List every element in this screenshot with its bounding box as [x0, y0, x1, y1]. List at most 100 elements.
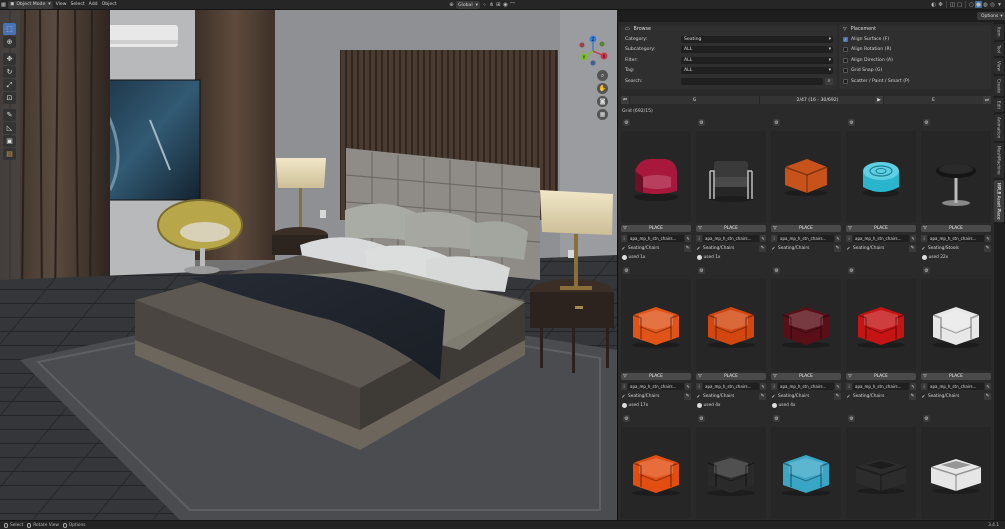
edit-icon[interactable]: ✎ [760, 383, 766, 390]
asset-thumbnail[interactable] [921, 131, 991, 223]
checkbox-icon[interactable] [843, 68, 848, 74]
place-button[interactable]: ▽ PLACE [771, 373, 841, 380]
align-rotation-option[interactable]: Align Rotation (R) [839, 45, 991, 56]
mode-dropdown[interactable]: ▣ Object Mode ▾ [8, 0, 53, 9]
asset-name-field[interactable]: apa_mp_h_stn_chairs... [853, 383, 909, 390]
shading-material-icon[interactable]: ◍ [982, 1, 989, 8]
asset-thumbnail[interactable] [696, 131, 766, 223]
settings-icon[interactable]: ⚙ [623, 415, 630, 422]
filter-dropdown[interactable]: ALL ▾ [681, 56, 833, 64]
edit-icon[interactable]: ✎ [760, 235, 766, 242]
info-icon[interactable]: i [696, 383, 702, 390]
asset-name-field[interactable]: apa_mp_h_stn_chairs... [778, 235, 834, 242]
asset-thumbnail[interactable] [696, 279, 766, 371]
visibility-icon[interactable]: ◐ [930, 1, 937, 8]
edit-icon[interactable]: ✎ [910, 383, 916, 390]
info-icon[interactable]: i [696, 235, 702, 242]
asset-place-tool-icon[interactable]: ▤ [3, 148, 16, 160]
shading-wireframe-icon[interactable]: ○ [968, 1, 975, 8]
zoom-icon[interactable]: ⌕ [597, 70, 608, 81]
play-icon[interactable]: ▶ [875, 96, 883, 104]
next-page-button[interactable]: E [883, 96, 983, 104]
asset-thumbnail[interactable] [771, 427, 841, 519]
settings-icon[interactable]: ⚙ [923, 267, 930, 274]
info-icon[interactable]: i [621, 235, 627, 242]
editor-type-icon[interactable]: ▦ [0, 1, 7, 8]
side-tab-2[interactable]: View [994, 57, 1004, 74]
falloff-icon[interactable]: ⌒ [509, 2, 516, 9]
asset-thumbnail[interactable] [771, 279, 841, 371]
asset-name-field[interactable]: apa_mp_h_stn_chairs... [778, 383, 834, 390]
settings-icon[interactable]: ⚙ [623, 119, 630, 126]
pivot-point-icon[interactable]: ⁘ [481, 2, 488, 9]
place-button[interactable]: ▽ PLACE [771, 225, 841, 232]
proportional-edit-icon[interactable]: ◉ [502, 2, 509, 9]
asset-thumbnail[interactable] [621, 279, 691, 371]
move-tool-icon[interactable]: ✥ [3, 53, 16, 65]
side-tab-3[interactable]: Create [994, 75, 1004, 96]
shading-options-icon[interactable]: ▾ [996, 1, 1003, 8]
edit-icon[interactable]: ✎ [835, 383, 841, 390]
settings-icon[interactable]: ⚙ [923, 415, 930, 422]
xray-icon[interactable]: ▢ [956, 1, 963, 8]
options-button[interactable]: Options ▾ [977, 12, 1005, 20]
3d-viewport[interactable]: ⬚ ⊕ ✥ ↻ ⤢ ⊡ ✎ ◺ ▣ ▤ Z X Y ⌕ ✋ ◙ ▦ [0, 10, 617, 520]
overlays-icon[interactable]: ◫ [949, 1, 956, 8]
asset-name-field[interactable]: apa_mp_h_stn_chairs... [703, 383, 759, 390]
place-button[interactable]: ▽ PLACE [696, 225, 766, 232]
asset-thumbnail[interactable] [846, 131, 916, 223]
edit-icon[interactable]: ✎ [685, 383, 691, 390]
pencil-icon[interactable]: ✎ [984, 393, 991, 400]
placement-header[interactable]: ▽ Placement [839, 25, 991, 34]
gizmo-icon[interactable]: ✥ [937, 1, 944, 8]
asset-name-field[interactable]: apa_mp_h_stn_chairs... [628, 235, 684, 242]
edit-icon[interactable]: ✎ [685, 235, 691, 242]
subcategory-dropdown[interactable]: ALL ▾ [681, 46, 833, 54]
asset-thumbnail[interactable] [846, 427, 916, 519]
settings-icon[interactable]: ⚙ [698, 119, 705, 126]
place-button[interactable]: ▽ PLACE [846, 373, 916, 380]
transform-pivot-icon[interactable]: ⊕ [448, 2, 455, 9]
perspective-grid-icon[interactable]: ▦ [597, 109, 608, 120]
category-dropdown[interactable]: Seating ▾ [681, 35, 833, 43]
asset-name-field[interactable]: apa_mp_h_stn_chairs... [853, 235, 909, 242]
add-cube-tool-icon[interactable]: ▣ [3, 135, 16, 147]
pencil-icon[interactable]: ✎ [834, 245, 841, 252]
edit-icon[interactable]: ✎ [835, 235, 841, 242]
settings-icon[interactable]: ⚙ [923, 119, 930, 126]
settings-icon[interactable]: ⚙ [623, 267, 630, 274]
snap-icon[interactable]: ⋔ [488, 2, 495, 9]
place-button[interactable]: ▽ PLACE [921, 373, 991, 380]
side-tab-4[interactable]: Edit [994, 97, 1004, 112]
asset-thumbnail[interactable] [921, 427, 991, 519]
menu-view[interactable]: View [54, 1, 69, 9]
place-button[interactable]: ▽ PLACE [921, 225, 991, 232]
pencil-icon[interactable]: ✎ [759, 393, 766, 400]
asset-name-field[interactable]: apa_mp_h_stn_chairs... [703, 235, 759, 242]
asset-thumbnail[interactable] [621, 427, 691, 519]
info-icon[interactable]: i [771, 383, 777, 390]
menu-add[interactable]: Add [87, 1, 100, 9]
settings-icon[interactable]: ⚙ [848, 415, 855, 422]
pencil-icon[interactable]: ✎ [834, 393, 841, 400]
side-tab-5[interactable]: Animation [994, 113, 1004, 142]
asset-thumbnail[interactable] [696, 427, 766, 519]
asset-name-field[interactable]: apa_mp_h_stn_chairs... [628, 383, 684, 390]
pan-hand-icon[interactable]: ✋ [597, 83, 608, 94]
asset-name-field[interactable]: apa_mp_h_stn_chairs... [928, 383, 984, 390]
cursor-tool-icon[interactable]: ⊕ [3, 36, 16, 48]
select-box-tool-icon[interactable]: ⬚ [3, 23, 16, 35]
last-page-icon[interactable]: ⏭ [983, 96, 991, 104]
checkbox-icon[interactable] [843, 78, 848, 84]
pencil-icon[interactable]: ✎ [984, 245, 991, 252]
pencil-icon[interactable]: ✎ [684, 245, 691, 252]
info-icon[interactable]: i [921, 383, 927, 390]
search-input[interactable] [681, 77, 823, 85]
menu-select[interactable]: Select [69, 1, 87, 9]
place-button[interactable]: ▽ PLACE [696, 373, 766, 380]
first-page-icon[interactable]: ⏮ [621, 96, 629, 104]
pencil-icon[interactable]: ✎ [909, 393, 916, 400]
asset-name-field[interactable]: apa_mp_h_stn_chairs... [928, 235, 984, 242]
pencil-icon[interactable]: ✎ [684, 393, 691, 400]
side-tab-7[interactable]: MPLB Asset Place [994, 179, 1004, 223]
